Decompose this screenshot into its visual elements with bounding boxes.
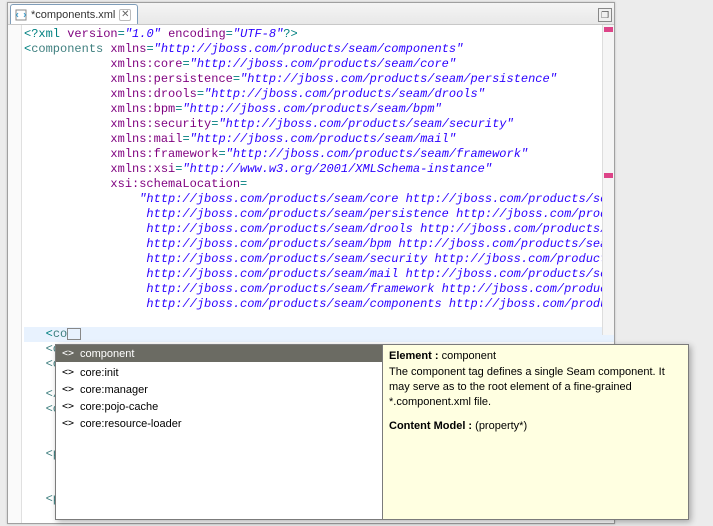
close-icon[interactable]: ✕	[119, 9, 131, 21]
xml-file-icon	[15, 9, 27, 21]
suggestion-item[interactable]: <> core:resource-loader	[56, 415, 382, 432]
element-icon: <>	[62, 401, 74, 412]
suggestion-item[interactable]: <> core:pojo-cache	[56, 398, 382, 415]
tab-bar: *components.xml ✕ ❐	[8, 3, 614, 25]
element-icon: <>	[62, 367, 74, 378]
suggestion-label: core:pojo-cache	[80, 401, 158, 413]
tab-components-xml[interactable]: *components.xml ✕	[10, 4, 138, 24]
element-icon: <>	[62, 348, 74, 359]
overview-ruler[interactable]	[602, 25, 614, 335]
doc-content-model-label: Content Model :	[389, 420, 475, 432]
doc-element-name: component	[442, 350, 496, 362]
suggestion-label: core:init	[80, 367, 119, 379]
suggestion-item[interactable]: <> core:manager	[56, 381, 382, 398]
suggestion-list[interactable]: <> component <> core:init <> core:manage…	[55, 344, 383, 520]
documentation-pane: Element : component The component tag de…	[383, 344, 689, 520]
suggestion-label: core:resource-loader	[80, 418, 182, 430]
doc-element-label: Element :	[389, 350, 442, 362]
doc-content-model: (property*)	[475, 420, 527, 432]
marker[interactable]	[604, 27, 613, 32]
marker[interactable]	[604, 173, 613, 178]
suggestion-label: core:manager	[80, 384, 148, 396]
doc-description: The component tag defines a single Seam …	[389, 365, 682, 410]
restore-icon[interactable]: ❐	[598, 8, 612, 22]
content-assist-popup: <> component <> core:init <> core:manage…	[55, 344, 689, 520]
suggestion-item[interactable]: <> core:init	[56, 364, 382, 381]
element-icon: <>	[62, 384, 74, 395]
element-icon: <>	[62, 418, 74, 429]
tab-title: *components.xml	[31, 9, 115, 21]
suggestion-label: component	[80, 348, 134, 360]
editor-toolbar: ❐	[598, 5, 612, 25]
caret	[67, 328, 81, 340]
gutter	[8, 25, 22, 523]
suggestion-item-selected[interactable]: <> component	[56, 345, 382, 362]
